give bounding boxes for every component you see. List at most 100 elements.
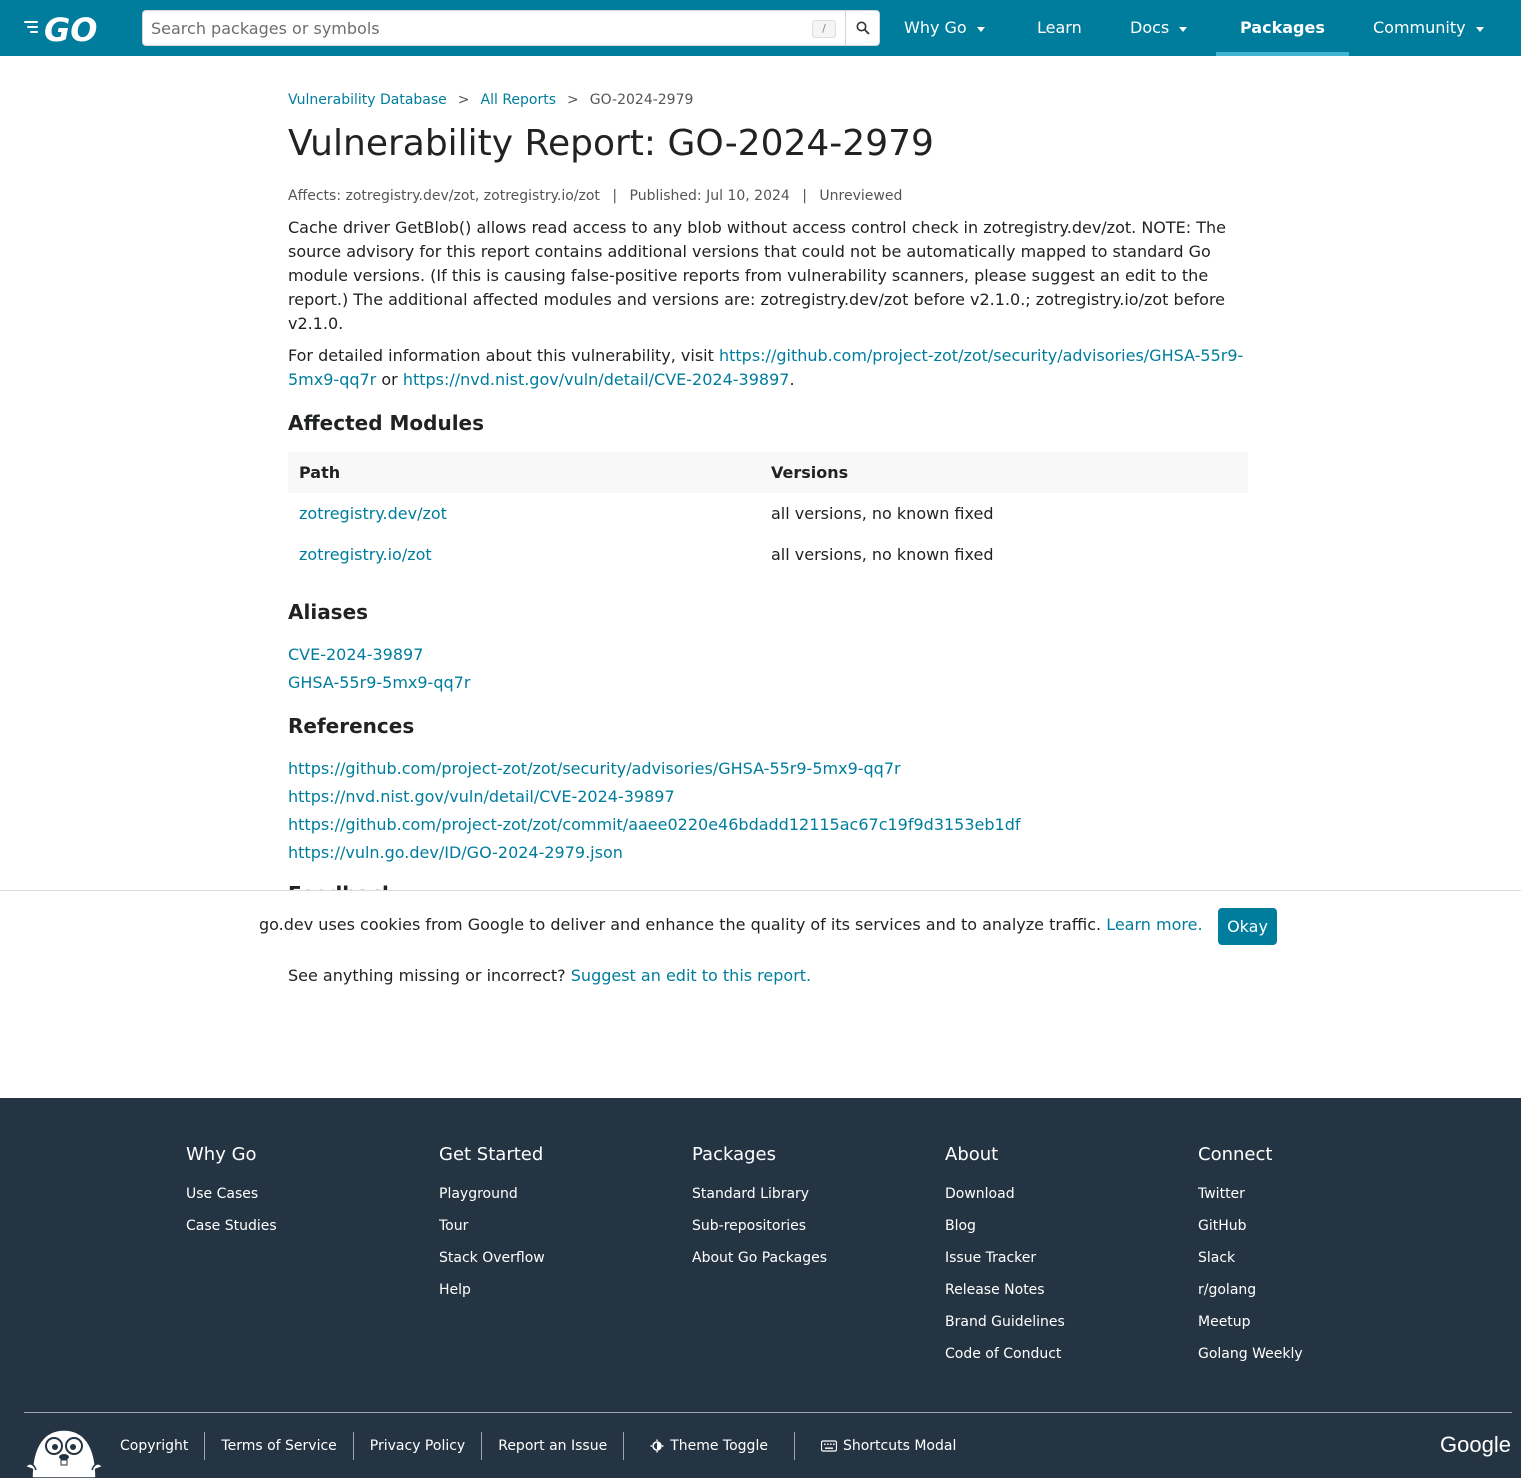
alias-link[interactable]: CVE-2024-39897 — [288, 641, 1248, 669]
footer-link[interactable]: Code of Conduct — [945, 1338, 1065, 1370]
footer-link[interactable]: Stack Overflow — [439, 1242, 545, 1274]
table-row: zotregistry.io/zot all versions, no know… — [288, 534, 1248, 575]
footer-column-title: Packages — [692, 1144, 776, 1165]
report-issue-link[interactable]: Report an Issue — [481, 1432, 623, 1460]
cookie-learn-more-link[interactable]: Learn more. — [1106, 915, 1202, 934]
search-box: / — [142, 10, 880, 46]
detail-nvd-link[interactable]: https://nvd.nist.gov/vuln/detail/CVE-202… — [403, 370, 790, 389]
footer-link[interactable]: Help — [439, 1274, 545, 1306]
theme-toggle-icon — [650, 1439, 664, 1453]
report-description: Cache driver GetBlob() allows read acces… — [288, 218, 1226, 333]
footer-link[interactable]: Brand Guidelines — [945, 1306, 1065, 1338]
reference-link[interactable]: https://github.com/project-zot/zot/secur… — [288, 755, 1248, 783]
references-heading: References — [288, 714, 415, 738]
feedback-prompt: See anything missing or incorrect? — [288, 966, 571, 985]
footer-column-connect: Connect Twitter GitHub Slack r/golang Me… — [1198, 1144, 1303, 1370]
footer-link[interactable]: r/golang — [1198, 1274, 1303, 1306]
nav-why-go[interactable]: Why Go — [904, 0, 985, 56]
nav-community-label: Community — [1373, 18, 1466, 37]
footer-column-packages: Packages Standard Library Sub-repositori… — [692, 1144, 827, 1274]
reference-link[interactable]: https://vuln.go.dev/ID/GO-2024-2979.json — [288, 839, 1248, 867]
google-wordmark: Google — [1440, 1432, 1511, 1457]
breadcrumb-current: GO-2024-2979 — [589, 92, 694, 108]
shortcuts-modal-label: Shortcuts Modal — [842, 1438, 957, 1454]
footer-link[interactable]: Meetup — [1198, 1306, 1303, 1338]
nav-learn-label: Learn — [1037, 18, 1082, 37]
footer-link[interactable]: Release Notes — [945, 1274, 1065, 1306]
column-header-versions: Versions — [760, 452, 1248, 493]
footer-bottom-links: Copyright Terms of Service Privacy Polic… — [104, 1432, 972, 1460]
footer-link[interactable]: Golang Weekly — [1198, 1338, 1303, 1370]
nav-docs[interactable]: Docs — [1130, 0, 1188, 56]
privacy-policy-link[interactable]: Privacy Policy — [352, 1432, 481, 1460]
main-content: Vulnerability Database > All Reports > G… — [288, 88, 1248, 907]
chevron-down-icon — [976, 26, 985, 32]
reference-link[interactable]: https://nvd.nist.gov/vuln/detail/CVE-202… — [288, 783, 1248, 811]
go-logo[interactable]: GO — [24, 12, 108, 44]
footer-column-title: Get Started — [439, 1144, 544, 1165]
theme-toggle-label: Theme Toggle — [670, 1438, 768, 1454]
report-detail: For detailed information about this vuln… — [288, 344, 1248, 392]
footer-link[interactable]: Standard Library — [692, 1178, 827, 1210]
footer-column-about: About Download Blog Issue Tracker Releas… — [945, 1144, 1065, 1370]
footer-column-title: Why Go — [186, 1144, 257, 1165]
footer-link[interactable]: GitHub — [1198, 1210, 1303, 1242]
cookie-notice: go.dev uses cookies from Google to deliv… — [259, 915, 1203, 935]
search-button[interactable] — [845, 11, 880, 45]
cookie-banner: go.dev uses cookies from Google to deliv… — [0, 890, 1521, 960]
search-input[interactable] — [143, 11, 843, 45]
theme-toggle-button[interactable]: Theme Toggle — [623, 1432, 794, 1460]
breadcrumb-separator: > — [457, 92, 470, 108]
shortcuts-modal-button[interactable]: Shortcuts Modal — [793, 1432, 972, 1460]
footer-column-title: Connect — [1198, 1144, 1273, 1165]
footer-column-title: About — [945, 1144, 999, 1165]
cookie-okay-button[interactable]: Okay — [1218, 908, 1277, 945]
footer-link[interactable]: Twitter — [1198, 1178, 1303, 1210]
footer-link[interactable]: Playground — [439, 1178, 545, 1210]
alias-link[interactable]: GHSA-55r9-5mx9-qq7r — [288, 669, 1248, 697]
nav-packages-label: Packages — [1240, 18, 1325, 37]
site-footer: Why Go Use Cases Case Studies Get Starte… — [0, 1098, 1521, 1478]
meta-separator: | — [612, 188, 618, 204]
module-versions: all versions, no known fixed — [771, 545, 994, 564]
footer-column-why-go: Why Go Use Cases Case Studies — [186, 1144, 277, 1242]
privacy-label: Privacy Policy — [369, 1438, 466, 1454]
page-title: Vulnerability Report: GO-2024-2979 — [288, 123, 934, 164]
references-list: https://github.com/project-zot/zot/secur… — [288, 755, 1248, 867]
nav-learn[interactable]: Learn — [1037, 0, 1082, 56]
footer-divider — [24, 1412, 1512, 1413]
copyright-link[interactable]: Copyright — [104, 1432, 204, 1460]
footer-link[interactable]: Blog — [945, 1210, 1065, 1242]
footer-link[interactable]: Tour — [439, 1210, 545, 1242]
affected-modules-heading: Affected Modules — [288, 411, 485, 435]
google-logo[interactable]: Google — [1440, 1432, 1512, 1458]
terms-of-service-link[interactable]: Terms of Service — [204, 1432, 352, 1460]
footer-link[interactable]: Slack — [1198, 1242, 1303, 1274]
breadcrumb-vulnerability-database[interactable]: Vulnerability Database — [288, 92, 447, 108]
detail-suffix: . — [789, 370, 795, 389]
report-published: Published: Jul 10, 2024 — [629, 188, 790, 204]
footer-link[interactable]: Case Studies — [186, 1210, 277, 1242]
reference-link[interactable]: https://github.com/project-zot/zot/commi… — [288, 811, 1248, 839]
footer-link[interactable]: Issue Tracker — [945, 1242, 1065, 1274]
module-path-link[interactable]: zotregistry.io/zot — [299, 545, 432, 564]
module-path-link[interactable]: zotregistry.dev/zot — [299, 504, 447, 523]
footer-link[interactable]: Sub-repositories — [692, 1210, 827, 1242]
cookie-notice-text: go.dev uses cookies from Google to deliv… — [259, 915, 1107, 934]
nav-packages[interactable]: Packages — [1240, 0, 1325, 56]
breadcrumb: Vulnerability Database > All Reports > G… — [288, 88, 1248, 112]
footer-link[interactable]: Use Cases — [186, 1178, 277, 1210]
detail-or: or — [376, 370, 403, 389]
footer-link[interactable]: About Go Packages — [692, 1242, 827, 1274]
chevron-down-icon — [1475, 26, 1484, 32]
search-shortcut-hint: / — [812, 20, 836, 38]
breadcrumb-all-reports[interactable]: All Reports — [481, 92, 557, 108]
footer-link[interactable]: Download — [945, 1178, 1065, 1210]
suggest-edit-link[interactable]: Suggest an edit to this report. — [571, 966, 811, 985]
svg-text:GO: GO — [44, 12, 97, 44]
nav-community[interactable]: Community — [1373, 0, 1484, 56]
gopher-mascot-icon — [25, 1429, 103, 1478]
feedback-text: See anything missing or incorrect? Sugge… — [288, 966, 811, 986]
report-issue-label: Report an Issue — [498, 1438, 608, 1454]
meta-separator: | — [802, 188, 807, 204]
